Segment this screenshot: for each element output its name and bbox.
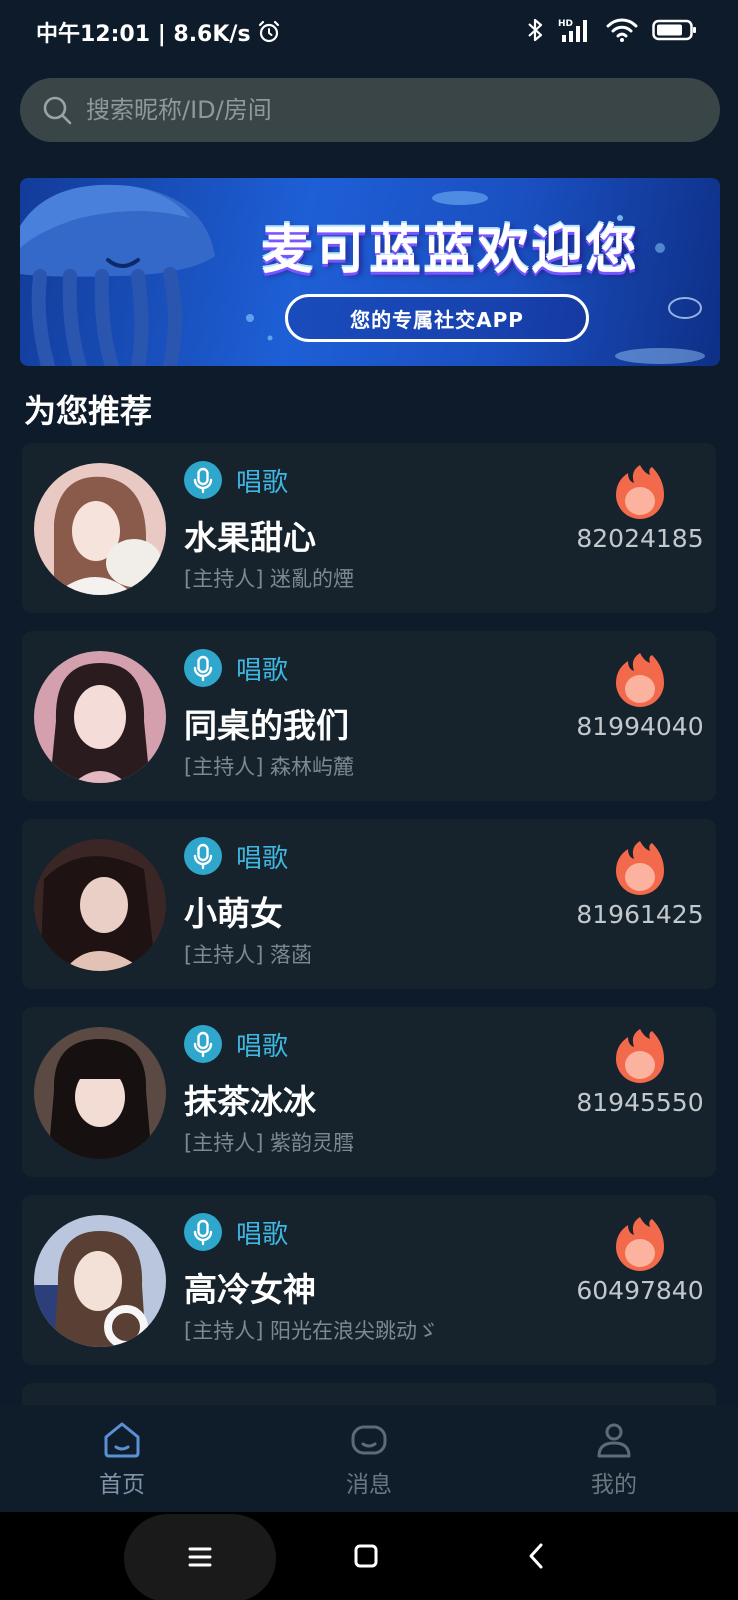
room-card[interactable]: 唱歌 水果甜心 [主持人] 迷亂的煙 82024185 (22, 443, 716, 613)
room-card-partial[interactable] (22, 1383, 716, 1405)
category-row: 唱歌 (184, 837, 288, 875)
svg-text:HD: HD (558, 19, 573, 29)
room-name: 高冷女神 (184, 1270, 316, 1309)
microphone-icon (184, 1213, 222, 1251)
room-card[interactable]: 唱歌 抹茶冰冰 [主持人] 紫韵灵膤 81945550 (22, 1007, 716, 1177)
room-card[interactable]: 唱歌 高冷女神 [主持人] 阳光在浪尖跳动ゞ 60497840 (22, 1195, 716, 1365)
status-left: 中午12:01 | 8.6K/s (36, 16, 281, 48)
battery-icon (652, 19, 696, 41)
banner-subtitle: 您的专属社交APP (285, 294, 589, 342)
hd-signal-icon: HD (558, 19, 587, 42)
flame-icon (616, 841, 664, 895)
system-home-button[interactable] (340, 1512, 392, 1600)
nav-profile-label: 我的 (591, 1472, 637, 1498)
nav-home[interactable]: 首页 (62, 1421, 182, 1499)
category-row: 唱歌 (184, 1025, 288, 1063)
wifi-icon (606, 18, 638, 42)
banner-title: 麦可蓝蓝欢迎您 (260, 221, 639, 281)
microphone-icon (184, 649, 222, 687)
room-card[interactable]: 唱歌 小萌女 [主持人] 落菡 81961425 (22, 819, 716, 989)
room-name: 水果甜心 (184, 518, 316, 557)
welcome-banner[interactable]: 麦可蓝蓝欢迎您 您的专属社交APP (20, 178, 720, 366)
avatar[interactable] (34, 1027, 166, 1159)
home-icon (104, 1422, 140, 1458)
avatar[interactable] (34, 463, 166, 595)
category-label: 唱歌 (236, 655, 289, 686)
status-time: 中午12:01 | 8.6K/s (36, 22, 251, 47)
alarm-icon (258, 20, 279, 43)
host-name: [主持人] 阳光在浪尖跳动ゞ (184, 1319, 439, 1343)
category-label: 唱歌 (236, 1031, 289, 1062)
category-label: 唱歌 (236, 467, 289, 498)
category-label: 唱歌 (236, 843, 289, 874)
host-name: [主持人] 迷亂的煙 (184, 567, 355, 591)
nav-messages[interactable]: 消息 (309, 1421, 429, 1499)
status-bar: 中午12:01 | 8.6K/s HD (0, 0, 738, 60)
flame-icon (616, 653, 664, 707)
bluetooth-icon (528, 18, 543, 42)
category-row: 唱歌 (184, 649, 288, 687)
square-icon (354, 1544, 378, 1568)
message-icon (351, 1425, 387, 1455)
heat-count: 60497840 (576, 1276, 704, 1305)
nav-messages-label: 消息 (346, 1472, 392, 1498)
room-name: 抹茶冰冰 (184, 1082, 316, 1121)
search-bar[interactable] (20, 78, 720, 142)
flame-icon (616, 465, 664, 519)
room-card[interactable]: 唱歌 同桌的我们 [主持人] 森林屿麓 81994040 (22, 631, 716, 801)
section-title: 为您推荐 (24, 392, 153, 430)
system-back-button[interactable] (510, 1512, 562, 1600)
profile-icon (597, 1423, 631, 1458)
category-row: 唱歌 (184, 1213, 288, 1251)
search-input[interactable] (86, 96, 720, 124)
nav-profile[interactable]: 我的 (554, 1421, 674, 1499)
status-right: HD (526, 16, 698, 44)
avatar[interactable] (34, 651, 166, 783)
system-menu-button[interactable] (124, 1514, 276, 1600)
host-name: [主持人] 落菡 (184, 943, 313, 967)
app-screen: 中午12:01 | 8.6K/s HD 搜索昵称/ID/房间 麦可蓝蓝欢迎您 您… (0, 0, 738, 1600)
host-name: [主持人] 森林屿麓 (184, 755, 355, 779)
nav-home-label: 首页 (99, 1472, 145, 1498)
back-icon (529, 1543, 543, 1569)
search-icon (43, 96, 72, 125)
system-nav-bar (0, 1512, 738, 1600)
heat-count: 81945550 (576, 1088, 704, 1117)
room-list: 唱歌 水果甜心 [主持人] 迷亂的煙 82024185 唱歌 同桌的我们 [主持… (22, 443, 716, 1405)
heat-count: 81961425 (576, 900, 704, 929)
microphone-icon (184, 461, 222, 499)
heat-count: 81994040 (576, 712, 704, 741)
room-name: 小萌女 (184, 894, 283, 933)
heat-count: 82024185 (576, 524, 704, 553)
flame-icon (616, 1029, 664, 1083)
category-label: 唱歌 (236, 1219, 289, 1250)
category-row: 唱歌 (184, 461, 288, 499)
microphone-icon (184, 1025, 222, 1063)
bottom-nav: 首页 消息 我的 (0, 1405, 738, 1512)
avatar[interactable] (34, 839, 166, 971)
flame-icon (616, 1217, 664, 1271)
avatar[interactable] (34, 1215, 166, 1347)
menu-icon (188, 1547, 212, 1567)
room-name: 同桌的我们 (184, 706, 349, 745)
host-name: [主持人] 紫韵灵膤 (184, 1131, 355, 1155)
microphone-icon (184, 837, 222, 875)
